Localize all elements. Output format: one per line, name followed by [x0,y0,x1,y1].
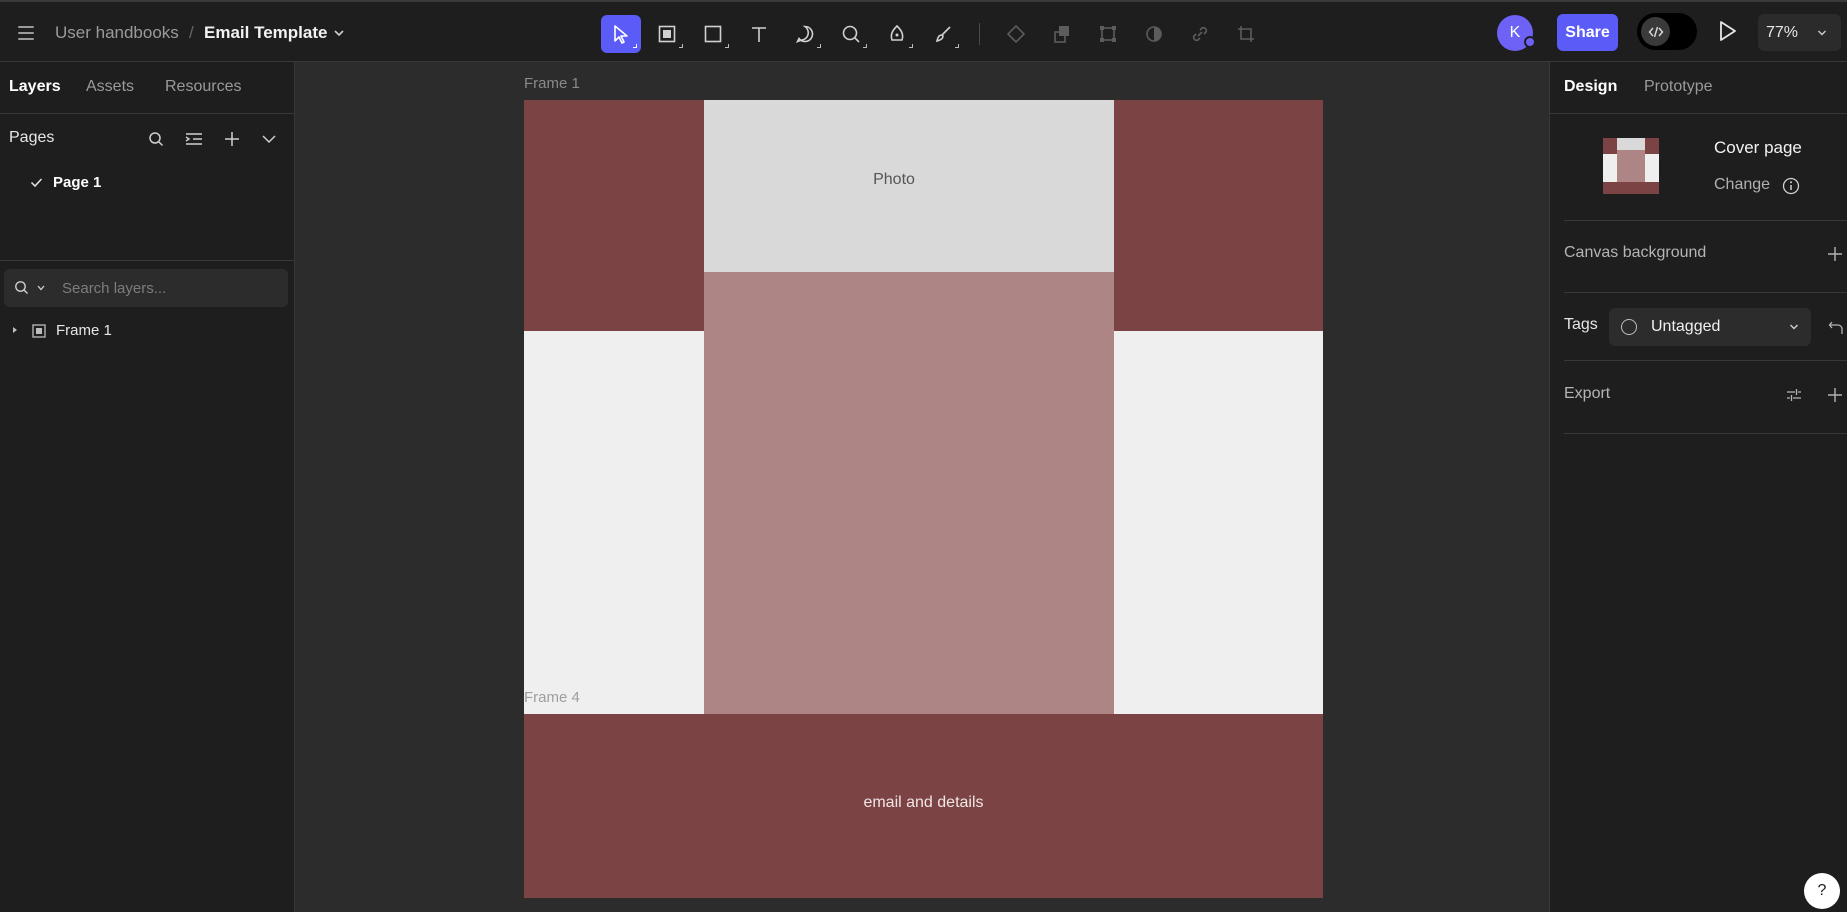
component-tool [996,15,1036,53]
board-tool[interactable] [647,15,687,53]
cursor-icon [614,25,628,44]
chevron-down-icon [1818,30,1826,36]
frame-1-label[interactable]: Frame 1 [524,75,580,92]
chevron-down-icon[interactable] [333,27,345,39]
photo-text[interactable]: Photo [704,171,1084,189]
layer-name: Frame 1 [56,322,112,339]
left-sidebar: Layers Assets Resources Pages Page 1 Fra… [0,62,295,912]
share-button[interactable]: Share [1557,14,1618,51]
board-icon [32,324,46,338]
boolean-tool [1042,15,1082,53]
dev-mode-knob [1641,17,1670,46]
search-pages-icon[interactable] [145,128,167,150]
info-icon[interactable] [1782,177,1800,195]
boolean-icon [1054,26,1069,43]
section-divider [1564,220,1847,221]
toolbar-divider [979,23,980,45]
chevron-down-icon[interactable] [37,285,45,291]
breadcrumb-project[interactable]: User handbooks [55,22,179,44]
tags-label: Tags [1564,316,1598,333]
zoom-dropdown[interactable]: 77% [1758,14,1841,51]
tab-design[interactable]: Design [1564,78,1617,96]
chevron-down-icon[interactable] [258,128,280,150]
brush-tool[interactable] [923,15,963,53]
rectangle-tool[interactable] [693,15,733,53]
main-menu-icon[interactable] [18,22,40,44]
tab-prototype[interactable]: Prototype [1644,78,1712,96]
panel-divider [0,260,295,261]
ellipse-tool[interactable] [831,15,871,53]
help-button[interactable]: ? [1804,873,1840,909]
text-tool[interactable] [739,15,779,53]
collapse-pages-icon[interactable] [183,128,205,150]
mask-icon [1146,26,1162,42]
canvas-background-label: Canvas background [1564,244,1707,261]
add-export-icon[interactable] [1827,387,1843,403]
check-icon [30,178,43,188]
pages-title: Pages [9,129,55,146]
crop-icon [1238,26,1254,42]
move-tool[interactable] [601,15,641,53]
zoom-level: 77% [1766,23,1799,41]
layer-search [4,269,288,307]
transform-tool [1088,15,1128,53]
frame-1[interactable]: Photo email and details [524,100,1323,898]
tab-assets[interactable]: Assets [86,78,134,96]
comment-icon [795,25,814,43]
content-block[interactable] [704,272,1114,714]
add-page-icon[interactable] [221,128,243,150]
design-canvas[interactable]: Frame 1 Photo email and details Frame 4 [296,62,1548,912]
ellipse-icon [842,25,860,43]
cover-thumbnail[interactable] [1603,138,1659,194]
brush-icon [935,26,951,43]
chevron-down-icon [1790,324,1798,330]
header-left-block[interactable] [524,100,704,331]
tab-resources[interactable]: Resources [165,78,241,96]
dev-mode-toggle[interactable] [1637,13,1697,50]
expand-arrow-icon[interactable] [13,327,17,333]
cover-page-title: Cover page [1714,138,1802,157]
export-settings-icon[interactable] [1786,387,1802,403]
left-panel-tabs: Layers Assets Resources [0,62,295,114]
section-divider [1564,292,1847,293]
export-label: Export [1564,385,1611,402]
link-icon [1192,26,1208,42]
layer-row[interactable]: Frame 1 [0,316,295,346]
section-divider [1564,360,1847,361]
link-tool [1180,15,1220,53]
comment-tool[interactable] [785,15,825,53]
right-sidebar: Design Prototype Cover page Change Canva… [1549,62,1847,912]
header-right-block[interactable] [1114,100,1323,331]
tags-dropdown[interactable]: Untagged [1609,308,1811,346]
search-icon[interactable] [14,280,29,295]
rectangle-icon [704,25,722,43]
tool-group [601,14,1266,54]
section-divider [1564,433,1847,434]
breadcrumb-separator: / [189,23,194,42]
mask-tool [1134,15,1174,53]
right-panel-tabs: Design Prototype [1550,62,1847,114]
page-item[interactable]: Page 1 [30,174,101,191]
add-background-icon[interactable] [1827,246,1843,262]
transform-icon [1100,26,1116,42]
text-icon [752,27,766,42]
pen-icon [890,24,904,41]
email-details-text[interactable]: email and details [524,794,1323,812]
crop-tool [1226,15,1266,53]
page-label: Page 1 [53,174,102,191]
change-cover-button[interactable]: Change [1714,176,1770,194]
board-icon [658,25,676,43]
presence-indicator [1524,36,1536,48]
component-icon [1006,24,1026,44]
play-icon[interactable] [1714,18,1740,44]
tag-status-icon [1621,319,1637,335]
search-layers-input[interactable] [62,269,282,307]
pen-tool[interactable] [877,15,917,53]
file-name[interactable]: Email Template [204,22,327,44]
tags-value: Untagged [1651,318,1721,335]
tab-layers[interactable]: Layers [9,78,61,96]
code-icon [1648,26,1663,37]
frame-4-label[interactable]: Frame 4 [524,689,580,706]
undo-icon[interactable] [1828,319,1844,335]
